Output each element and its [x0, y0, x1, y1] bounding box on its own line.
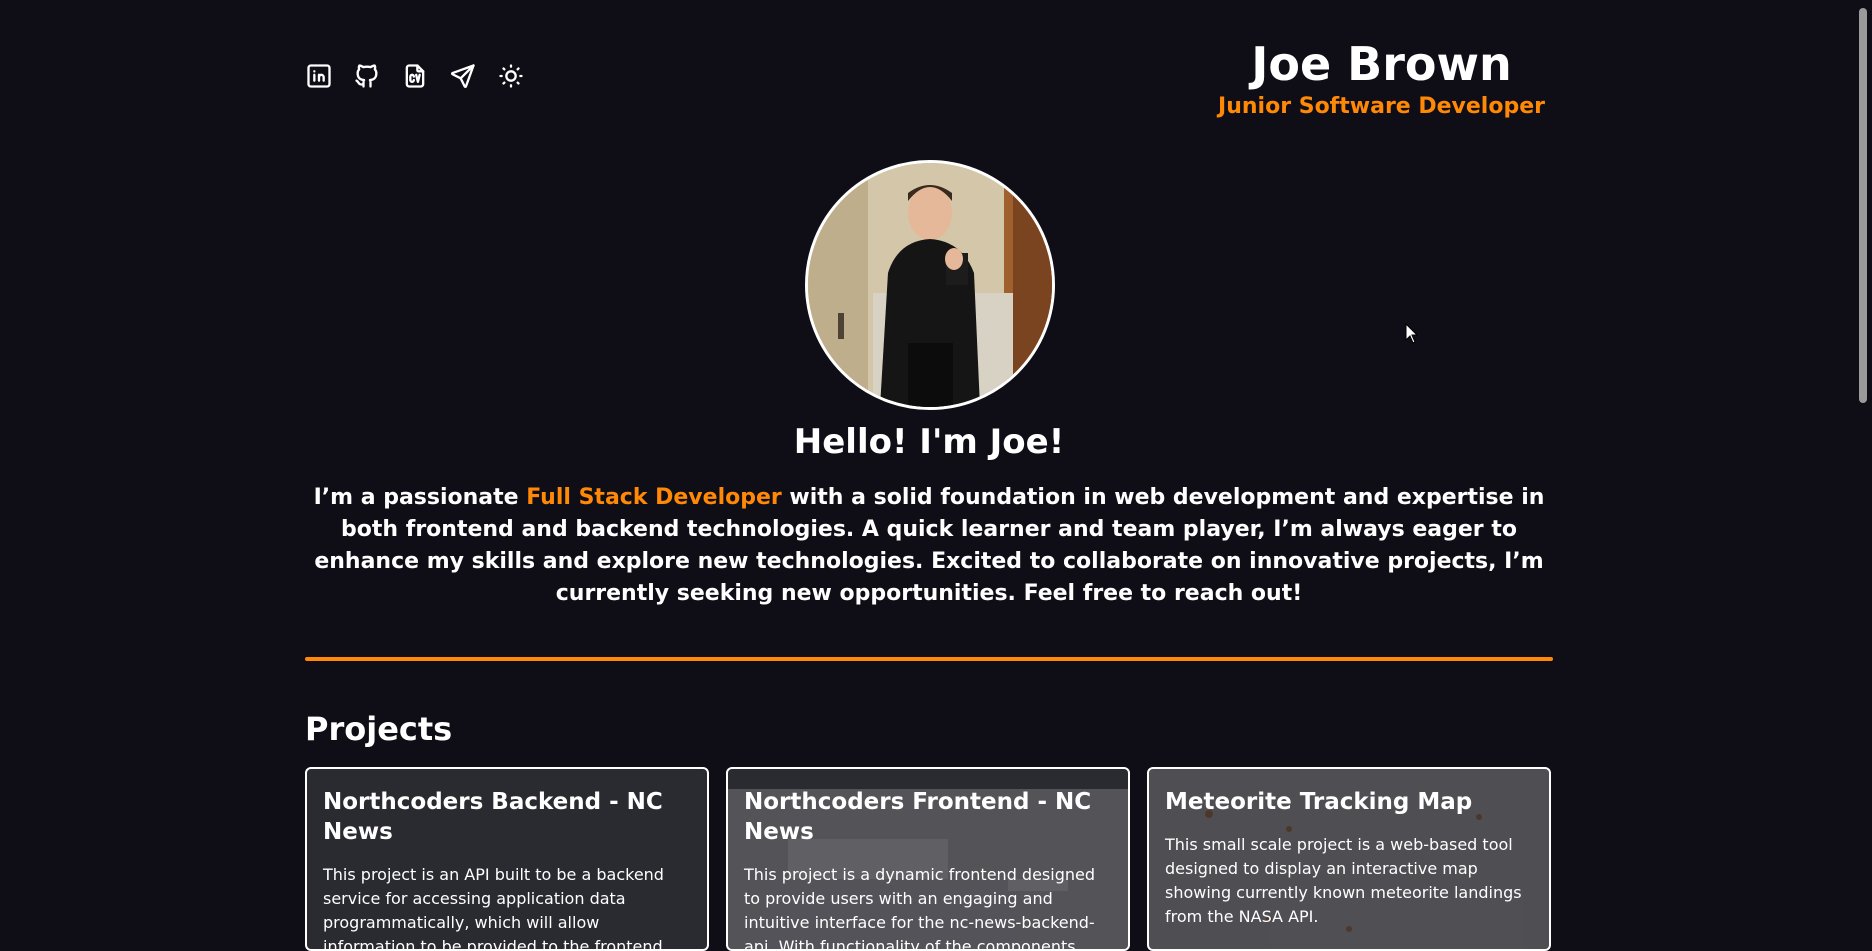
project-cards: Northcoders Backend - NC News This proje… — [305, 767, 1553, 951]
bio-before: I’m a passionate — [313, 485, 527, 510]
page-scrollbar[interactable] — [1854, 0, 1872, 920]
github-icon[interactable] — [353, 62, 381, 90]
social-icons — [305, 62, 525, 90]
site-role: Junior Software Developer — [1218, 94, 1545, 119]
profile-photo — [808, 163, 1052, 407]
project-title: Meteorite Tracking Map — [1165, 789, 1473, 815]
linkedin-icon[interactable] — [305, 62, 333, 90]
divider — [305, 657, 1553, 661]
mouse-cursor-icon — [1405, 323, 1419, 344]
send-icon[interactable] — [449, 62, 477, 90]
avatar — [805, 160, 1055, 410]
project-description: This project is an API built to be a bac… — [323, 865, 664, 951]
bio-highlight: Full Stack Developer — [526, 485, 782, 510]
cv-icon[interactable] — [401, 62, 429, 90]
sun-icon[interactable] — [497, 62, 525, 90]
project-title: Northcoders Frontend - NC News — [744, 789, 1092, 845]
project-card-meteorite[interactable]: Meteorite Tracking Map This small scale … — [1147, 767, 1551, 951]
projects-heading: Projects — [305, 710, 453, 748]
project-description: This small scale project is a web-based … — [1165, 835, 1522, 926]
scrollbar-thumb[interactable] — [1859, 8, 1867, 403]
project-card-backend[interactable]: Northcoders Backend - NC News This proje… — [305, 767, 709, 951]
brand: Joe Brown Junior Software Developer — [1218, 38, 1545, 120]
greeting-heading: Hello! I'm Joe! — [793, 422, 1065, 462]
project-description: This project is a dynamic frontend desig… — [744, 865, 1096, 951]
site-name: Joe Brown — [1251, 37, 1512, 91]
project-card-frontend[interactable]: Northcoders Frontend - NC News This proj… — [726, 767, 1130, 951]
page-container: Joe Brown Junior Software Developer Hell… — [305, 0, 1553, 951]
bio-text: I’m a passionate Full Stack Developer wi… — [305, 482, 1553, 610]
project-title: Northcoders Backend - NC News — [323, 789, 663, 845]
